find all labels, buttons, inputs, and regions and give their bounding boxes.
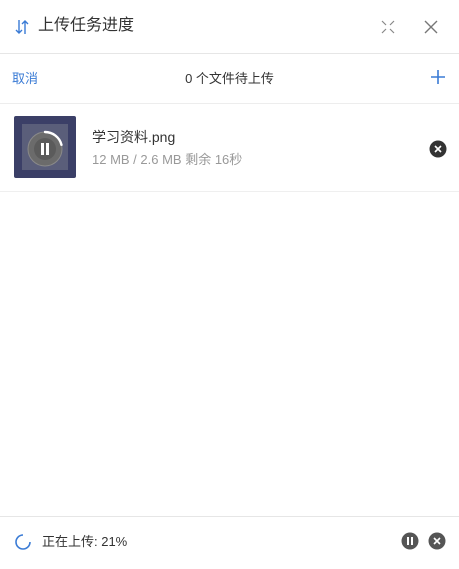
upload-status-text: 正在上传: 21% [42, 534, 128, 549]
upload-progress-panel: 上传任务进度 取消 0 个文件待上传 学习资料.png 12 MB / 2.6 … [0, 0, 459, 569]
remove-icon[interactable] [429, 140, 447, 158]
title-bar: 上传任务进度 [0, 0, 459, 54]
action-bar: 取消 0 个文件待上传 [0, 54, 459, 104]
file-progress-meta: 12 MB / 2.6 MB 剩余 16秒 [92, 152, 243, 167]
pause-all-icon[interactable] [401, 532, 419, 550]
upload-download-arrows-icon [15, 20, 29, 34]
spinner-icon [15, 534, 31, 550]
expand-icon[interactable] [380, 19, 396, 35]
pending-count-text: 0 个文件待上传 [185, 71, 274, 86]
pause-icon[interactable] [26, 130, 64, 168]
close-icon[interactable] [422, 18, 440, 36]
file-thumbnail [14, 116, 76, 178]
cancel-all-icon[interactable] [428, 532, 446, 550]
status-footer: 正在上传: 21% [0, 516, 459, 569]
plus-icon[interactable] [428, 67, 448, 87]
file-list-item[interactable]: 学习资料.png 12 MB / 2.6 MB 剩余 16秒 [0, 104, 459, 192]
panel-title: 上传任务进度 [38, 17, 135, 34]
file-name: 学习资料.png [92, 129, 176, 145]
